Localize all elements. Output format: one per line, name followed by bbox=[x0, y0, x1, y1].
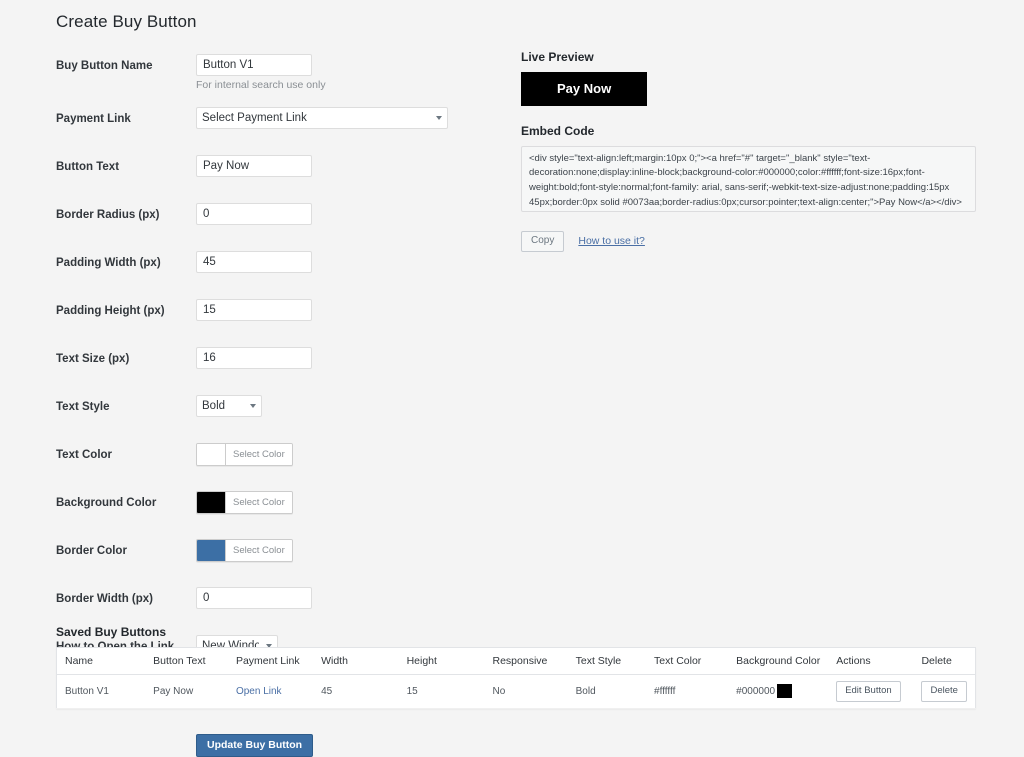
field-border-width: Border Width (px) bbox=[56, 586, 486, 622]
column-header-text-style: Text Style bbox=[567, 647, 647, 675]
border-color-swatch bbox=[197, 539, 226, 561]
background-color-chip bbox=[777, 684, 793, 699]
text-color-code: #ffffff bbox=[654, 685, 676, 697]
field-label-border-width: Border Width (px) bbox=[56, 592, 153, 605]
field-label-text-color: Text Color bbox=[56, 448, 113, 461]
column-header-payment-link: Payment Link bbox=[227, 647, 314, 675]
button-text-input[interactable] bbox=[196, 154, 312, 177]
live-preview-title: Live Preview bbox=[521, 50, 594, 64]
delete-button[interactable]: Delete bbox=[921, 681, 967, 702]
cell-text-color: #ffffff bbox=[654, 684, 693, 699]
border-color-picker[interactable]: Select Color bbox=[196, 538, 293, 562]
text-style-select-wrap: Bold bbox=[196, 394, 262, 417]
field-label-text-style: Text Style bbox=[56, 400, 110, 413]
field-padding-width: Padding Width (px) bbox=[56, 250, 486, 286]
padding-width-input[interactable] bbox=[196, 250, 312, 273]
column-header-background-color: Background Color bbox=[728, 647, 829, 675]
page-title: Create Buy Button bbox=[56, 12, 197, 31]
column-header-name: Name bbox=[56, 647, 146, 675]
text-color-chip bbox=[677, 684, 693, 699]
field-label-text-size: Text Size (px) bbox=[56, 352, 130, 365]
text-color-picker[interactable]: Select Color bbox=[196, 442, 293, 466]
open-link-anchor[interactable]: Open Link bbox=[236, 686, 282, 697]
field-label-payment-link: Payment Link bbox=[56, 112, 131, 125]
field-label-buy-button-name: Buy Button Name bbox=[56, 60, 153, 72]
text-style-select[interactable]: Bold bbox=[196, 394, 262, 417]
border-width-input[interactable] bbox=[196, 586, 312, 609]
saved-buy-buttons-title: Saved Buy Buttons bbox=[56, 625, 167, 639]
cell-text-style: Bold bbox=[567, 674, 647, 708]
text-size-input[interactable] bbox=[196, 346, 312, 369]
field-text-size: Text Size (px) bbox=[56, 346, 486, 382]
cell-responsive: No bbox=[484, 674, 568, 708]
field-button-text: Button Text bbox=[56, 154, 486, 190]
embed-code-textarea[interactable]: <div style="text-align:left;margin:10px … bbox=[521, 145, 976, 212]
column-header-width: Width bbox=[313, 647, 399, 675]
field-text-color: Text Color Select Color bbox=[56, 442, 486, 478]
column-header-text-color: Text Color bbox=[646, 647, 729, 675]
field-border-radius: Border Radius (px) bbox=[56, 202, 486, 238]
embed-code-title: Embed Code bbox=[521, 123, 595, 138]
column-header-delete: Delete bbox=[913, 647, 976, 675]
field-padding-height: Padding Height (px) bbox=[56, 298, 486, 334]
cell-name: Button V1 bbox=[56, 674, 146, 708]
copy-button[interactable]: Copy bbox=[521, 230, 565, 252]
cell-width: 45 bbox=[313, 674, 399, 708]
payment-link-select[interactable]: Select Payment Link bbox=[196, 106, 448, 129]
cell-height: 15 bbox=[398, 674, 485, 708]
saved-buy-buttons-section: Saved Buy Buttons Name Button Text Payme… bbox=[56, 625, 976, 709]
background-color-picker-label: Select Color bbox=[226, 491, 292, 513]
payment-link-select-wrap: Select Payment Link bbox=[196, 106, 448, 129]
embed-actions: Copy How to use it? bbox=[521, 230, 981, 252]
preview-and-embed-column: Live Preview Pay Now Embed Code <div sty… bbox=[521, 50, 981, 252]
column-header-height: Height bbox=[398, 647, 485, 675]
submit-row: Update Buy Button bbox=[196, 733, 486, 757]
field-border-color: Border Color Select Color bbox=[56, 538, 486, 574]
border-radius-input[interactable] bbox=[196, 202, 312, 225]
background-color-picker[interactable]: Select Color bbox=[196, 490, 293, 514]
table-row: Button V1 Pay Now Open Link 45 15 No Bol… bbox=[56, 674, 976, 708]
field-label-background-color: Background Color bbox=[56, 496, 157, 509]
field-label-border-color: Border Color bbox=[56, 544, 127, 557]
field-background-color: Background Color Select Color bbox=[56, 490, 486, 526]
field-label-border-radius: Border Radius (px) bbox=[56, 208, 160, 221]
field-text-style: Text Style Bold bbox=[56, 394, 486, 430]
how-to-use-link[interactable]: How to use it? bbox=[578, 235, 645, 247]
field-label-padding-width: Padding Width (px) bbox=[56, 256, 161, 269]
background-color-code: #000000 bbox=[736, 685, 776, 697]
background-color-swatch bbox=[197, 491, 226, 513]
field-payment-link: Payment Link Select Payment Link bbox=[56, 106, 486, 142]
cell-button-text: Pay Now bbox=[145, 674, 228, 708]
field-buy-button-name: Buy Button Name For internal search use … bbox=[56, 54, 486, 93]
cell-background-color: #000000 bbox=[736, 684, 793, 699]
saved-buy-buttons-table: Name Button Text Payment Link Width Heig… bbox=[56, 647, 976, 709]
border-color-picker-label: Select Color bbox=[226, 539, 292, 561]
table-header-row: Name Button Text Payment Link Width Heig… bbox=[56, 647, 976, 675]
field-label-button-text: Button Text bbox=[56, 160, 120, 173]
edit-button[interactable]: Edit Button bbox=[836, 681, 901, 702]
update-buy-button[interactable]: Update Buy Button bbox=[196, 733, 314, 757]
text-color-swatch bbox=[197, 443, 226, 465]
text-color-picker-label: Select Color bbox=[226, 443, 292, 465]
live-preview-pay-now-button[interactable]: Pay Now bbox=[521, 72, 648, 106]
column-header-responsive: Responsive bbox=[484, 647, 568, 675]
create-buy-button-page: Create Buy Button Buy Button Name For in… bbox=[0, 0, 1024, 757]
buy-button-name-input[interactable] bbox=[196, 54, 312, 76]
padding-height-input[interactable] bbox=[196, 298, 312, 321]
field-label-padding-height: Padding Height (px) bbox=[56, 304, 165, 317]
column-header-actions: Actions bbox=[828, 647, 914, 675]
column-header-button-text: Button Text bbox=[145, 647, 228, 675]
buy-button-name-hint: For internal search use only bbox=[196, 79, 326, 91]
